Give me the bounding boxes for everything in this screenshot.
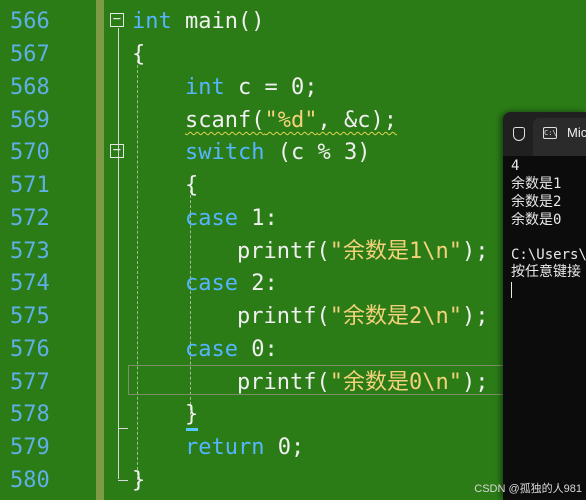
keyword: int [132,9,172,34]
code-text: 1: [237,206,278,231]
function-name: printf( [237,239,330,264]
terminal-output-line: 4 [511,158,520,174]
code-text: } [132,468,146,493]
code-text: } [185,402,199,427]
collapse-main-icon[interactable]: − [110,12,124,27]
line-number: 575 [10,304,50,329]
terminal-output-line: 余数是1 [511,176,562,192]
keyword: case [185,337,238,362]
terminal-output-line: 按任意键接 [511,264,581,280]
string-literal: "余数是0\n" [329,370,462,395]
code-text: { [132,42,146,67]
code-line-576[interactable]: case 0: [185,333,278,366]
terminal-output-line: 余数是0 [511,212,562,228]
line-number: 573 [10,239,50,264]
function-name: scanf( [185,108,265,133]
shield-icon [513,127,525,141]
terminal-window[interactable]: C:\ Mic 4 余数是1 余数是2 余数是0 C:\Users\ 按任意键接 [503,112,586,500]
code-line-571[interactable]: { [185,169,198,202]
line-number: 570 [10,140,50,165]
code-line-577[interactable]: printf("余数是0\n"); [237,366,488,399]
code-text: 2: [237,271,278,296]
terminal-icon: C:\ [543,127,557,139]
code-line-574[interactable]: case 2: [185,267,278,300]
indent-guide [137,60,138,490]
line-number: 569 [10,108,50,133]
line-number-gutter: 566 567 568 569 570 571 572 573 574 575 … [0,0,96,500]
fold-line [118,159,119,479]
keyword: case [185,206,238,231]
string-literal: "%d" [264,108,318,133]
code-text: ); [461,370,489,395]
terminal-tab-bar: C:\ Mic [503,112,586,156]
code-text: , &c); [317,108,397,133]
terminal-tab-title: Mic [567,125,586,140]
line-number: 567 [10,42,50,67]
code-text: 0: [237,337,278,362]
code-line-575[interactable]: printf("余数是2\n"); [237,300,488,333]
fold-end-tick [118,480,128,481]
line-number: 576 [10,337,50,362]
keyword: case [185,271,238,296]
keyword: int [185,75,225,100]
code-line-567[interactable]: { [132,38,145,71]
string-literal: "余数是2\n" [329,304,462,329]
function-name: printf( [237,370,330,395]
code-text: main() [171,9,265,34]
code-text: { [185,173,199,198]
code-text: (c % 3) [264,140,371,165]
code-line-568[interactable]: int c = 0; [185,71,317,104]
line-number: 566 [10,9,50,34]
code-text: 0; [264,435,305,460]
code-line-579[interactable]: return 0; [185,431,304,464]
code-line-580[interactable]: } [132,464,145,497]
watermark: CSDN @孤独的人981 [474,483,582,495]
terminal-output-line: 余数是2 [511,194,562,210]
line-number: 571 [10,173,50,198]
fold-end-tick [118,428,128,429]
line-number: 574 [10,271,50,296]
line-number: 579 [10,435,50,460]
keyword: return [185,435,265,460]
change-margin-bar [96,0,104,500]
code-text: c = 0; [224,75,318,100]
line-number: 578 [10,402,50,427]
code-text: ); [461,304,489,329]
code-line-573[interactable]: printf("余数是1\n"); [237,235,488,268]
code-line-566[interactable]: int main() [132,5,264,38]
line-number: 577 [10,370,50,395]
string-literal: "余数是1\n" [329,239,462,264]
code-line-570[interactable]: switch (c % 3) [185,136,370,169]
code-line-578[interactable]: } [185,398,198,431]
terminal-cursor [511,282,512,298]
code-text: ); [461,239,489,264]
terminal-output-line: C:\Users\ [511,247,586,263]
function-name: printf( [237,304,330,329]
line-number: 572 [10,206,50,231]
collapse-switch-icon[interactable]: − [110,143,124,158]
code-line-569[interactable]: scanf("%d", &c); [185,104,397,137]
keyword: switch [185,140,265,165]
code-line-572[interactable]: case 1: [185,202,278,235]
line-number: 580 [10,468,50,493]
line-number: 568 [10,75,50,100]
